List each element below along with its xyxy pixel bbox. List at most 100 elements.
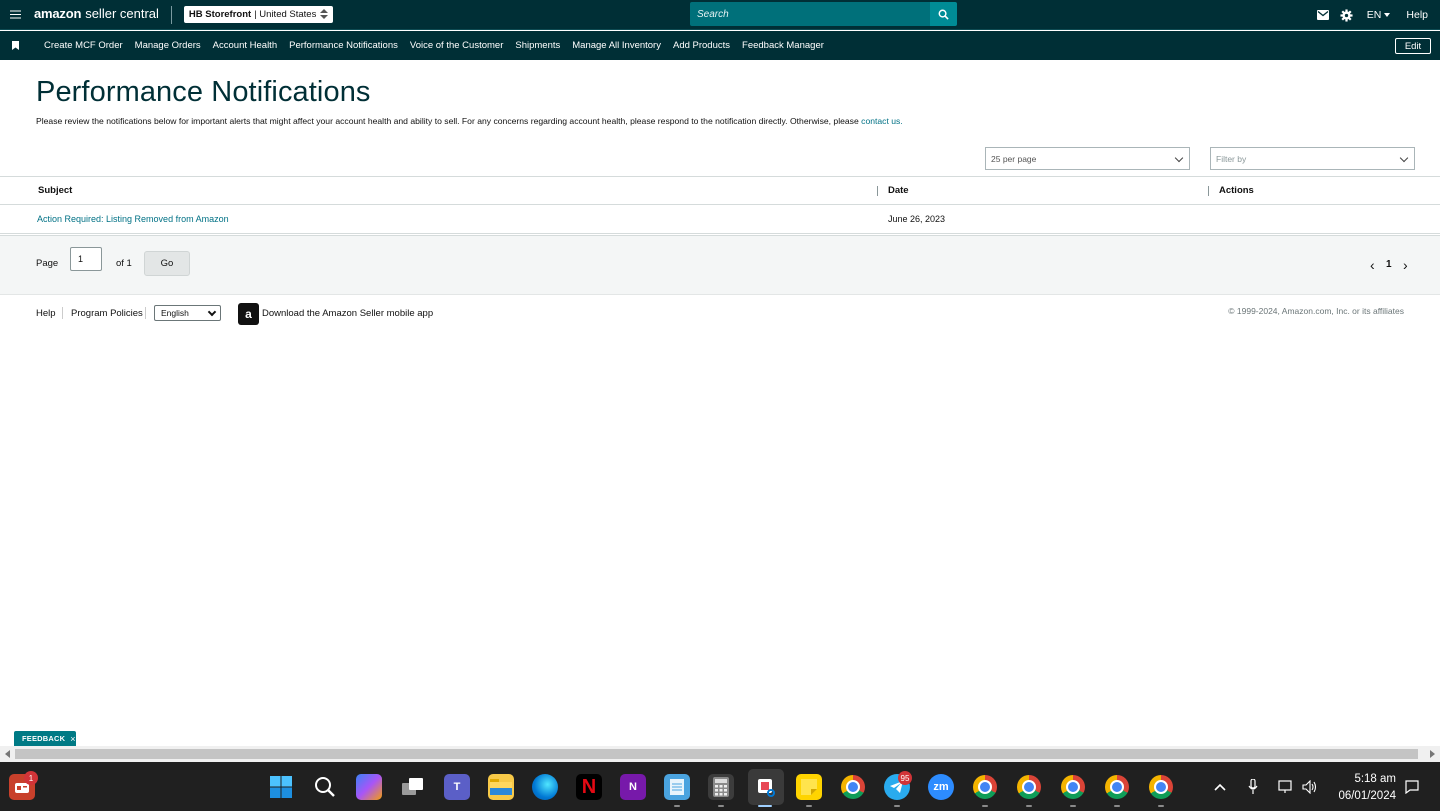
page-footer: Help Program Policies English a Download… xyxy=(0,300,1440,330)
edit-nav-button[interactable]: Edit xyxy=(1395,38,1431,54)
filter-select[interactable]: Filter by xyxy=(1210,147,1415,170)
download-app-link[interactable]: Download the Amazon Seller mobile app xyxy=(262,308,433,319)
footer-divider xyxy=(62,307,63,319)
snipping-tool-icon[interactable] xyxy=(748,769,784,805)
page-number-input[interactable]: 1 xyxy=(70,247,102,271)
zoom-icon[interactable]: zm xyxy=(928,774,954,800)
mail-icon[interactable] xyxy=(1311,10,1335,20)
footer-language-select[interactable]: English xyxy=(154,305,221,321)
notification-subject-link[interactable]: Action Required: Listing Removed from Am… xyxy=(37,205,229,233)
feedback-tab[interactable]: FEEDBACK × xyxy=(14,731,76,746)
nav-item-manage-orders[interactable]: Manage Orders xyxy=(135,40,201,51)
column-header-actions: Actions xyxy=(1219,185,1254,196)
sticky-notes-icon[interactable] xyxy=(796,774,822,800)
clock-time: 5:18 am xyxy=(1354,773,1396,785)
bookmark-icon[interactable] xyxy=(0,41,30,50)
prev-page-icon[interactable]: ‹ xyxy=(1370,257,1375,273)
go-button[interactable]: Go xyxy=(144,251,190,276)
taskbar-search-icon[interactable] xyxy=(312,774,338,800)
notification-date: June 26, 2023 xyxy=(888,214,946,224)
network-icon[interactable] xyxy=(1278,762,1294,811)
table-header: Subject Date Actions xyxy=(0,176,1440,205)
system-clock[interactable]: 5:18 am 06/01/2024 xyxy=(1338,771,1396,805)
running-indicator xyxy=(982,805,988,807)
volume-icon[interactable] xyxy=(1302,762,1318,811)
onenote-icon[interactable]: N xyxy=(620,774,646,800)
clock-date: 06/01/2024 xyxy=(1338,790,1396,802)
amazon-app-icon[interactable]: a xyxy=(238,303,259,325)
running-indicator xyxy=(806,805,812,807)
intro-text: Please review the notifications below fo… xyxy=(36,116,862,126)
nav-item-add-products[interactable]: Add Products xyxy=(673,40,730,51)
file-explorer-icon[interactable] xyxy=(488,774,514,800)
chrome-profile-icon[interactable] xyxy=(1061,775,1085,799)
filter-placeholder: Filter by xyxy=(1216,153,1247,164)
running-indicator xyxy=(1070,805,1076,807)
chrome-profile-icon[interactable] xyxy=(1149,775,1173,799)
contact-us-link[interactable]: contact us. xyxy=(861,116,903,126)
gear-icon[interactable] xyxy=(1335,8,1359,22)
page-intro: Please review the notifications below fo… xyxy=(36,116,903,126)
current-page-number[interactable]: 1 xyxy=(1386,259,1392,270)
pagination-bar: Page 1 of 1 Go ‹ 1 › xyxy=(0,235,1440,295)
teams-icon[interactable]: T xyxy=(444,774,470,800)
column-header-subject[interactable]: Subject xyxy=(38,177,72,204)
running-indicator xyxy=(1026,805,1032,807)
search-input[interactable]: Search xyxy=(690,2,930,26)
scroll-right-icon[interactable] xyxy=(1430,750,1435,758)
search-button[interactable] xyxy=(930,2,957,26)
table-row: Action Required: Listing Removed from Am… xyxy=(0,205,1440,234)
microphone-icon[interactable] xyxy=(1248,762,1258,811)
language-code: EN xyxy=(1366,9,1382,21)
per-page-select[interactable]: 25 per page xyxy=(985,147,1190,170)
footer-language-value: English xyxy=(161,308,189,318)
show-hidden-icons-icon[interactable] xyxy=(1214,762,1226,811)
nav-item-feedback-manager[interactable]: Feedback Manager xyxy=(742,40,824,51)
scrollbar-thumb[interactable] xyxy=(15,749,1418,759)
calculator-icon[interactable] xyxy=(708,774,734,800)
close-icon[interactable]: × xyxy=(70,734,75,744)
notifications-table: Subject Date Actions Action Required: Li… xyxy=(0,176,1440,234)
column-divider xyxy=(1208,186,1209,196)
store-selector[interactable]: HB Storefront | United States xyxy=(183,6,333,23)
feedback-label: FEEDBACK xyxy=(22,734,66,743)
nav-item-performance-notifications[interactable]: Performance Notifications xyxy=(289,40,398,51)
chrome-profile-icon[interactable] xyxy=(1105,775,1129,799)
next-page-icon[interactable]: › xyxy=(1403,257,1408,273)
caret-down-icon xyxy=(1384,13,1391,17)
nav-item-voice-of-the-customer[interactable]: Voice of the Customer xyxy=(410,40,503,51)
horizontal-scrollbar[interactable] xyxy=(0,746,1440,762)
copilot-icon[interactable] xyxy=(356,774,382,800)
notepad-icon[interactable] xyxy=(664,774,690,800)
program-policies-link[interactable]: Program Policies xyxy=(71,308,143,319)
store-name: HB Storefront xyxy=(188,9,252,20)
netflix-icon[interactable]: N xyxy=(576,774,602,800)
task-view-icon[interactable] xyxy=(400,774,426,800)
column-header-date[interactable]: Date xyxy=(888,177,909,204)
nav-item-manage-all-inventory[interactable]: Manage All Inventory xyxy=(572,40,661,51)
footer-help-link[interactable]: Help xyxy=(36,308,56,319)
windows-start-icon[interactable] xyxy=(268,774,294,800)
brand-amazon: amazon xyxy=(34,5,82,21)
nav-item-create-mcf-order[interactable]: Create MCF Order xyxy=(44,40,123,51)
running-indicator xyxy=(1114,805,1120,807)
notifications-icon[interactable] xyxy=(1405,762,1419,811)
brand-logo[interactable]: amazon seller central xyxy=(34,5,172,24)
edge-icon[interactable] xyxy=(532,774,558,800)
top-header: amazon seller central HB Storefront | Un… xyxy=(0,0,1440,30)
chrome-profile-icon[interactable] xyxy=(1017,775,1041,799)
page-label: Page xyxy=(36,258,59,269)
widgets-badge: 1 xyxy=(24,771,38,785)
nav-item-shipments[interactable]: Shipments xyxy=(515,40,560,51)
scroll-left-icon[interactable] xyxy=(5,750,10,758)
chrome-profile-icon[interactable] xyxy=(973,775,997,799)
bookmark-nav-bar: Create MCF Order Manage Orders Account H… xyxy=(0,31,1440,60)
language-selector[interactable]: EN xyxy=(1367,9,1391,21)
chrome-icon[interactable] xyxy=(841,775,865,799)
help-link[interactable]: Help xyxy=(1406,9,1428,21)
copyright-text: © 1999-2024, Amazon.com, Inc. or its aff… xyxy=(1228,306,1404,316)
chevron-down-icon xyxy=(1399,153,1409,163)
menu-icon[interactable] xyxy=(0,0,30,30)
nav-item-account-health[interactable]: Account Health xyxy=(213,40,277,51)
active-indicator xyxy=(758,805,772,807)
